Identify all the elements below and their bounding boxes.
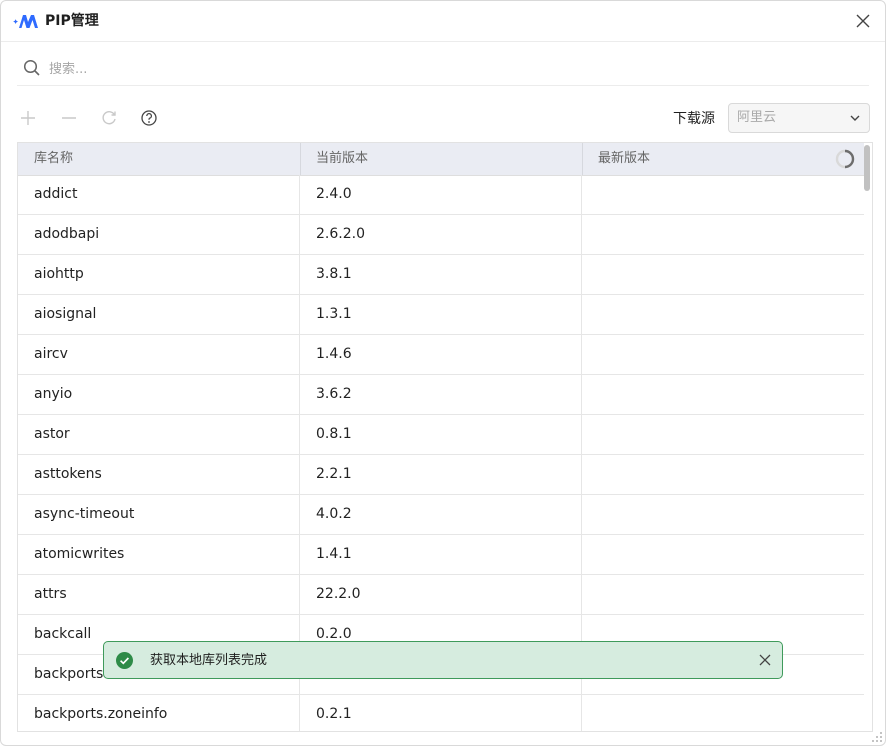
column-header-name[interactable]: 库名称: [18, 143, 300, 175]
scrollbar-track: [864, 143, 872, 731]
package-name-cell: async-timeout: [18, 495, 300, 534]
check-circle-icon: [116, 652, 133, 669]
package-name-cell: asttokens: [18, 455, 300, 494]
table-row[interactable]: anyio 3.6.2: [18, 375, 864, 415]
pip-manager-window: PIP管理 下载源 阿里云 库名称 当前版本: [0, 0, 886, 746]
close-icon[interactable]: [853, 11, 873, 31]
table-row[interactable]: asttokens 2.2.1: [18, 455, 864, 495]
package-name-cell: astor: [18, 415, 300, 454]
package-name-cell: addict: [18, 175, 300, 214]
table-row[interactable]: attrs 22.2.0: [18, 575, 864, 615]
title-bar: PIP管理: [1, 1, 885, 42]
download-source-value: 阿里云: [737, 110, 777, 125]
table-row[interactable]: aiohttp 3.8.1: [18, 255, 864, 295]
latest-version-cell: [582, 335, 864, 374]
latest-version-cell: [582, 295, 864, 334]
help-icon[interactable]: [138, 107, 160, 129]
current-version-cell: 0.8.1: [300, 415, 582, 454]
app-logo-icon: [13, 15, 38, 28]
plus-icon[interactable]: [17, 107, 39, 129]
current-version-cell: 1.4.1: [300, 535, 582, 574]
latest-version-cell: [582, 695, 864, 731]
current-version-cell: 2.4.0: [300, 175, 582, 214]
latest-version-cell: [582, 575, 864, 614]
current-version-cell: 1.4.6: [300, 335, 582, 374]
package-name-cell: adodbapi: [18, 215, 300, 254]
table-row[interactable]: atomicwrites 1.4.1: [18, 535, 864, 575]
close-icon[interactable]: [758, 653, 772, 667]
latest-version-cell: [582, 375, 864, 414]
refresh-icon[interactable]: [98, 107, 120, 129]
current-version-cell: 2.6.2.0: [300, 215, 582, 254]
package-name-cell: aiosignal: [18, 295, 300, 334]
package-name-cell: attrs: [18, 575, 300, 614]
current-version-cell: 1.3.1: [300, 295, 582, 334]
scrollbar-thumb[interactable]: [864, 145, 870, 191]
current-version-cell: 4.0.2: [300, 495, 582, 534]
table-row[interactable]: backports.zoneinfo 0.2.1: [18, 695, 864, 731]
chevron-down-icon: [850, 115, 860, 121]
minus-icon[interactable]: [58, 107, 80, 129]
package-name-cell: backports.zoneinfo: [18, 695, 300, 731]
latest-version-cell: [582, 495, 864, 534]
table-row[interactable]: aircv 1.4.6: [18, 335, 864, 375]
column-header-latest-version[interactable]: 最新版本: [582, 143, 864, 175]
table-row[interactable]: addict 2.4.0: [18, 175, 864, 215]
table-row[interactable]: aiosignal 1.3.1: [18, 295, 864, 335]
package-name-cell: anyio: [18, 375, 300, 414]
latest-version-cell: [582, 175, 864, 214]
current-version-cell: 3.6.2: [300, 375, 582, 414]
table-row[interactable]: async-timeout 4.0.2: [18, 495, 864, 535]
package-name-cell: aircv: [18, 335, 300, 374]
column-header-current-version[interactable]: 当前版本: [300, 143, 582, 175]
package-name-cell: atomicwrites: [18, 535, 300, 574]
loading-spinner-icon: [835, 149, 855, 169]
latest-version-cell: [582, 215, 864, 254]
table-row[interactable]: astor 0.8.1: [18, 415, 864, 455]
current-version-cell: 0.2.1: [300, 695, 582, 731]
table-row[interactable]: adodbapi 2.6.2.0: [18, 215, 864, 255]
download-source-select[interactable]: 阿里云: [728, 103, 870, 133]
resize-grip-icon[interactable]: [871, 731, 883, 743]
current-version-cell: 2.2.1: [300, 455, 582, 494]
package-name-cell: aiohttp: [18, 255, 300, 294]
table-header: 库名称 当前版本 最新版本: [18, 143, 864, 176]
latest-version-cell: [582, 535, 864, 574]
search-input[interactable]: [47, 57, 851, 81]
current-version-cell: 3.8.1: [300, 255, 582, 294]
window-title: PIP管理: [45, 13, 99, 29]
latest-version-cell: [582, 415, 864, 454]
latest-version-cell: [582, 255, 864, 294]
current-version-cell: 22.2.0: [300, 575, 582, 614]
success-toast: 获取本地库列表完成: [103, 641, 783, 679]
search-icon: [23, 59, 40, 76]
search-bar: [17, 53, 869, 86]
download-source-label: 下载源: [673, 111, 715, 127]
toast-message: 获取本地库列表完成: [150, 653, 268, 668]
latest-version-cell: [582, 455, 864, 494]
